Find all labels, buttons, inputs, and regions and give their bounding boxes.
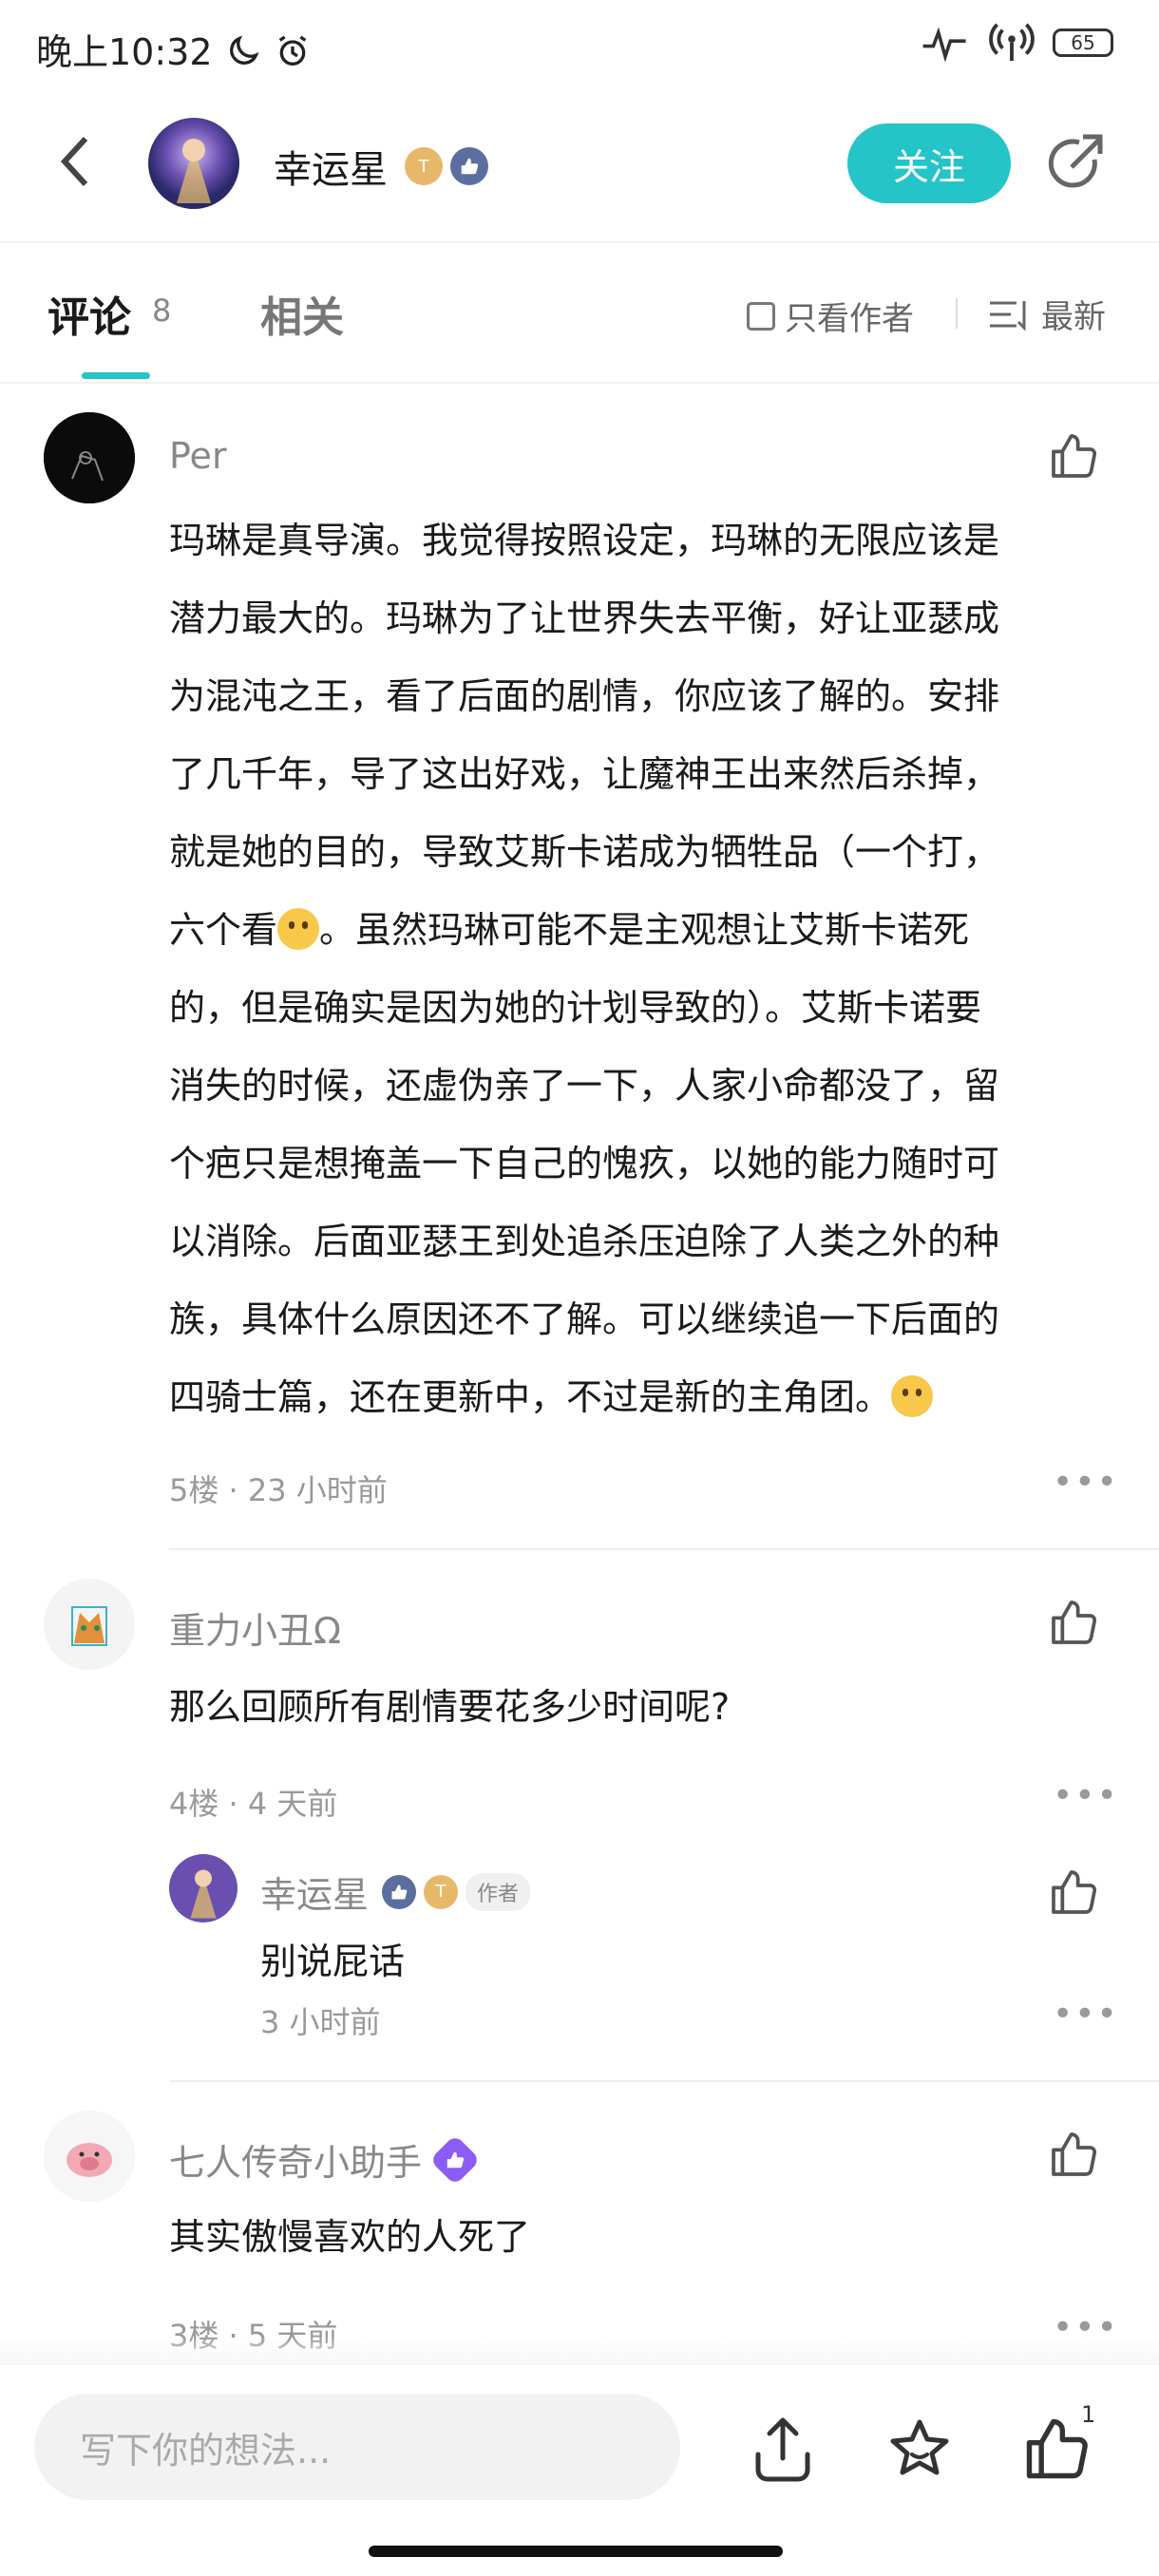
status-icons: 65 <box>920 21 1113 65</box>
favorite-button[interactable] <box>884 2413 956 2485</box>
hotspot-icon <box>989 23 1035 62</box>
battery-indicator: 65 <box>1053 28 1113 57</box>
comment-meta: 5楼 · 23 小时前 <box>169 1472 388 1508</box>
only-author-label: 只看作者 <box>785 300 914 338</box>
comment-input[interactable]: 写下你的想法... <box>34 2394 680 2500</box>
sort-icon <box>990 300 1026 331</box>
reply-meta: 3 小时前 <box>260 2004 381 2040</box>
comment-divider <box>169 2080 1159 2082</box>
comments-count: 8 <box>152 293 172 329</box>
thumb-badge-icon <box>450 147 488 185</box>
bottom-fade <box>0 2337 1159 2365</box>
like-button[interactable] <box>1047 2128 1100 2181</box>
comment-username[interactable]: 七人传奇小助手 <box>169 2133 481 2186</box>
header-divider <box>0 241 1159 243</box>
share-button[interactable] <box>747 2413 819 2485</box>
like-button[interactable] <box>1047 1596 1100 1649</box>
verified-badge-icon <box>429 2133 481 2186</box>
avatar[interactable] <box>44 412 135 503</box>
checkbox-icon[interactable] <box>747 301 775 331</box>
comment-divider <box>169 1548 1159 1550</box>
level-badge-icon: T <box>405 147 443 185</box>
level-badge-icon: T <box>424 1874 459 1909</box>
comment-text: 那么回顾所有剧情要花多少时间呢? <box>169 1686 731 1728</box>
only-author-toggle[interactable]: 只看作者 <box>747 293 914 339</box>
comment-text: 玛琳是真导演。我觉得按照设定，玛琳的无限应该是 潜力最大的。玛琳为了让世界失去平… <box>169 520 1000 1418</box>
activity-icon <box>922 27 966 63</box>
sort-separator <box>956 298 958 329</box>
thumb-up-icon <box>1052 434 1097 478</box>
smirk-emoji-icon <box>891 1375 934 1417</box>
thumb-up-icon <box>1052 1870 1097 1914</box>
active-tab-indicator <box>82 372 150 379</box>
reply-username[interactable]: 幸运星 T 作者 <box>260 1866 531 1918</box>
comment-username[interactable]: Per <box>169 435 227 477</box>
moon-icon <box>229 35 259 65</box>
more-options-button[interactable]: ••• <box>1053 1995 1119 2034</box>
more-options-button[interactable]: ••• <box>1053 1463 1119 1502</box>
reply-text: 别说屁话 <box>260 1941 406 1982</box>
thumb-up-icon <box>1052 1601 1097 1644</box>
tabs-divider <box>0 382 1159 384</box>
home-indicator[interactable] <box>369 2546 783 2557</box>
upload-share-icon <box>755 2417 810 2482</box>
sort-button[interactable]: 最新 <box>988 291 1106 337</box>
author-name[interactable]: 幸运星 T <box>274 139 488 194</box>
comment-text: 其实傲慢喜欢的人死了 <box>169 2216 531 2258</box>
like-button[interactable] <box>1047 429 1100 483</box>
follow-button[interactable]: 关注 <box>847 123 1011 203</box>
tab-comments[interactable]: 评论 <box>48 283 131 344</box>
star-icon <box>890 2419 949 2475</box>
avatar[interactable] <box>44 1579 135 1670</box>
chevron-left-icon <box>60 136 88 187</box>
author-avatar[interactable] <box>148 118 239 209</box>
thumb-badge-icon <box>382 1874 417 1909</box>
share-button[interactable] <box>1041 131 1108 198</box>
tab-related[interactable]: 相关 <box>260 283 344 344</box>
status-time: 晚上10:32 <box>36 23 312 75</box>
comment-meta: 4楼 · 4 天前 <box>169 1786 338 1822</box>
comment-username[interactable]: 重力小丑Ω <box>169 1601 341 1654</box>
more-options-button[interactable]: ••• <box>1053 1776 1119 1815</box>
like-button[interactable] <box>1047 1866 1100 1919</box>
back-button[interactable] <box>51 133 99 190</box>
thumb-up-icon <box>1052 2132 1097 2176</box>
laugh-emoji-icon <box>277 908 320 950</box>
sort-label: 最新 <box>1041 298 1106 336</box>
avatar[interactable] <box>44 2111 135 2202</box>
share-icon <box>1048 134 1103 188</box>
author-tag: 作者 <box>466 1872 531 1911</box>
reply-avatar[interactable] <box>169 1854 238 1923</box>
alarm-icon <box>278 35 306 66</box>
like-count: 1 <box>1081 2401 1096 2428</box>
